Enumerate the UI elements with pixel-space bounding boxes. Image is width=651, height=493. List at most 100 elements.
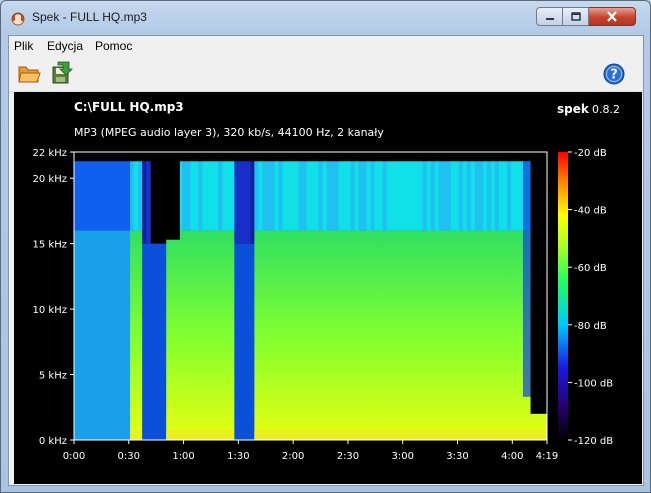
title-bar[interactable]: Spek - FULL HQ.mp3 bbox=[1, 1, 650, 35]
heatmap-cell bbox=[82, 230, 87, 440]
heatmap-cell bbox=[126, 161, 131, 231]
heatmap-cell bbox=[450, 430, 456, 440]
heatmap-cell bbox=[174, 230, 179, 440]
minimize-icon bbox=[545, 17, 554, 20]
heatmap-cell bbox=[198, 161, 203, 231]
x-tick-label: 0:30 bbox=[118, 451, 140, 462]
heatmap-cell bbox=[110, 161, 115, 231]
heatmap-cell bbox=[322, 230, 328, 440]
heatmap-cell bbox=[334, 230, 340, 440]
heatmap-cell bbox=[254, 161, 259, 231]
heatmap-cell bbox=[326, 161, 332, 231]
heatmap-cell bbox=[518, 161, 524, 231]
heatmap-cell bbox=[94, 230, 99, 440]
heatmap-cell bbox=[506, 161, 512, 231]
menu-pomoc[interactable]: Pomoc bbox=[95, 39, 132, 53]
heatmap-cell bbox=[286, 161, 291, 231]
heatmap-cell bbox=[110, 230, 115, 440]
heatmap-cell bbox=[354, 430, 360, 440]
maximize-button[interactable] bbox=[563, 7, 589, 26]
heatmap-cell bbox=[458, 230, 464, 440]
heatmap-cell bbox=[218, 430, 223, 440]
heatmap-cell bbox=[314, 230, 320, 440]
colorbar-tick-label: -100 dB bbox=[574, 378, 613, 389]
heatmap-cell bbox=[414, 430, 420, 440]
heatmap-cell bbox=[178, 430, 183, 440]
window-title: Spek - FULL HQ.mp3 bbox=[32, 10, 147, 24]
heatmap-cell bbox=[246, 243, 251, 440]
heatmap-cell bbox=[262, 230, 267, 440]
heatmap-cell bbox=[306, 230, 311, 440]
open-folder-icon[interactable] bbox=[17, 62, 41, 84]
x-tick-label: 3:00 bbox=[391, 451, 413, 462]
heatmap-cell bbox=[314, 161, 320, 231]
minimize-button[interactable] bbox=[536, 7, 563, 26]
heatmap-cell bbox=[266, 430, 271, 440]
y-tick-label: 10 kHz bbox=[33, 305, 67, 316]
heatmap-cell bbox=[534, 430, 540, 440]
heatmap-cell bbox=[370, 161, 376, 231]
heatmap-cell bbox=[334, 430, 340, 440]
menu-plik[interactable]: Plik bbox=[14, 39, 33, 53]
heatmap-cell bbox=[274, 161, 279, 231]
spectrogram-heatmap bbox=[74, 152, 548, 440]
maximize-icon bbox=[570, 12, 581, 21]
heatmap-cell bbox=[146, 243, 151, 440]
heatmap-cell bbox=[186, 161, 191, 231]
heatmap-cell bbox=[398, 430, 404, 440]
heatmap-cell bbox=[430, 430, 436, 440]
heatmap-cell bbox=[218, 161, 223, 231]
app-window: Spek - FULL HQ.mp3 Plik Edycja Pomoc ? C… bbox=[0, 0, 651, 493]
heatmap-cell bbox=[306, 430, 311, 440]
heatmap-cell bbox=[186, 230, 191, 440]
heatmap-cell bbox=[278, 161, 283, 231]
heatmap-cell bbox=[78, 230, 83, 440]
heatmap-cell bbox=[166, 230, 171, 440]
heatmap-cell bbox=[410, 430, 416, 440]
x-tick-label: 4:00 bbox=[501, 451, 523, 462]
heatmap-cell bbox=[250, 161, 255, 244]
heatmap-cell bbox=[338, 430, 344, 440]
heatmap-cell bbox=[106, 230, 111, 440]
heatmap-cell bbox=[262, 430, 267, 440]
heatmap-cell bbox=[318, 430, 324, 440]
heatmap-cell bbox=[210, 161, 215, 231]
heatmap-cell bbox=[274, 230, 279, 440]
menu-edycja[interactable]: Edycja bbox=[47, 39, 83, 53]
heatmap-cell bbox=[382, 430, 388, 440]
colorbar bbox=[558, 152, 568, 440]
heatmap-cell bbox=[222, 430, 227, 440]
heatmap-cell bbox=[398, 161, 404, 231]
heatmap-cell bbox=[426, 161, 432, 231]
close-button[interactable] bbox=[589, 7, 636, 26]
save-icon[interactable] bbox=[49, 61, 73, 85]
heatmap-cell bbox=[126, 230, 131, 440]
heatmap-cell bbox=[466, 161, 472, 231]
heatmap-cell bbox=[306, 161, 311, 231]
heatmap-cell bbox=[238, 243, 243, 440]
help-icon[interactable]: ? bbox=[603, 63, 625, 85]
heatmap-cell bbox=[78, 161, 83, 231]
heatmap-cell bbox=[434, 430, 440, 440]
heatmap-cell bbox=[486, 161, 492, 231]
heatmap-cell bbox=[386, 161, 392, 231]
heatmap-cell bbox=[490, 230, 496, 440]
heatmap-cell bbox=[278, 230, 283, 440]
heatmap-cell bbox=[370, 430, 376, 440]
heatmap-cell bbox=[446, 230, 452, 440]
heatmap-cell bbox=[494, 161, 500, 231]
heatmap-cell bbox=[454, 161, 460, 231]
close-icon bbox=[607, 11, 617, 22]
heatmap-cell bbox=[450, 230, 456, 440]
heatmap-cell bbox=[282, 430, 287, 440]
y-tick-label: 15 kHz bbox=[33, 240, 67, 251]
heatmap-cell bbox=[234, 243, 239, 440]
heatmap-cell bbox=[430, 161, 436, 231]
heatmap-cell bbox=[118, 230, 123, 440]
heatmap-cell bbox=[358, 161, 364, 231]
heatmap-cell bbox=[374, 161, 380, 231]
heatmap-cell bbox=[354, 161, 360, 231]
heatmap-cell bbox=[502, 430, 508, 440]
heatmap-cell bbox=[510, 161, 516, 231]
x-axis: 0:00 0:30 1:00 1:30 2:00 2:30 3:00 3:30 4:00 4:19 bbox=[63, 440, 558, 462]
